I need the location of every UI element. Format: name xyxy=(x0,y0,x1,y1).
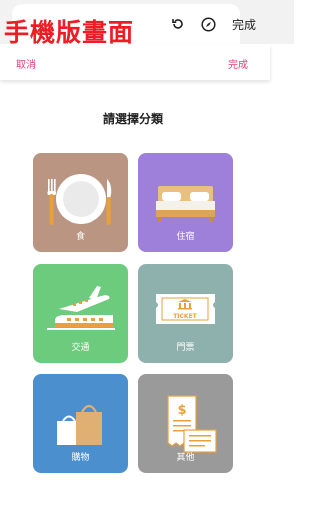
refresh-icon[interactable] xyxy=(170,16,186,32)
svg-text:$: $ xyxy=(177,403,186,418)
category-shopping-tile[interactable]: 購物 xyxy=(33,374,128,473)
category-other-tile[interactable]: $ 其他 xyxy=(138,374,233,473)
category-ticket-tile[interactable]: TICKET 門票 xyxy=(138,264,233,363)
cancel-button[interactable]: 取消 xyxy=(16,56,36,71)
svg-text:TICKET: TICKET xyxy=(173,313,197,320)
nav-header: 取消 完成 xyxy=(0,44,270,80)
category-label: 住宿 xyxy=(176,232,195,242)
category-label: 交通 xyxy=(71,343,90,353)
category-label: 其他 xyxy=(176,453,195,463)
toolbar-done-button[interactable]: 完成 xyxy=(232,16,256,33)
category-food-tile[interactable]: 食 xyxy=(33,153,128,252)
category-label: 購物 xyxy=(71,453,90,463)
category-lodging-tile[interactable]: 住宿 xyxy=(138,153,233,252)
browser-toolbar: 手機版畫面 完成 xyxy=(0,0,294,47)
compass-icon[interactable] xyxy=(200,16,216,32)
page-title: 請選擇分類 xyxy=(102,112,163,126)
category-transport-tile[interactable]: 交通 xyxy=(33,264,128,363)
done-button[interactable]: 完成 xyxy=(228,56,248,71)
category-label: 門票 xyxy=(176,343,195,353)
category-label: 食 xyxy=(75,232,85,242)
